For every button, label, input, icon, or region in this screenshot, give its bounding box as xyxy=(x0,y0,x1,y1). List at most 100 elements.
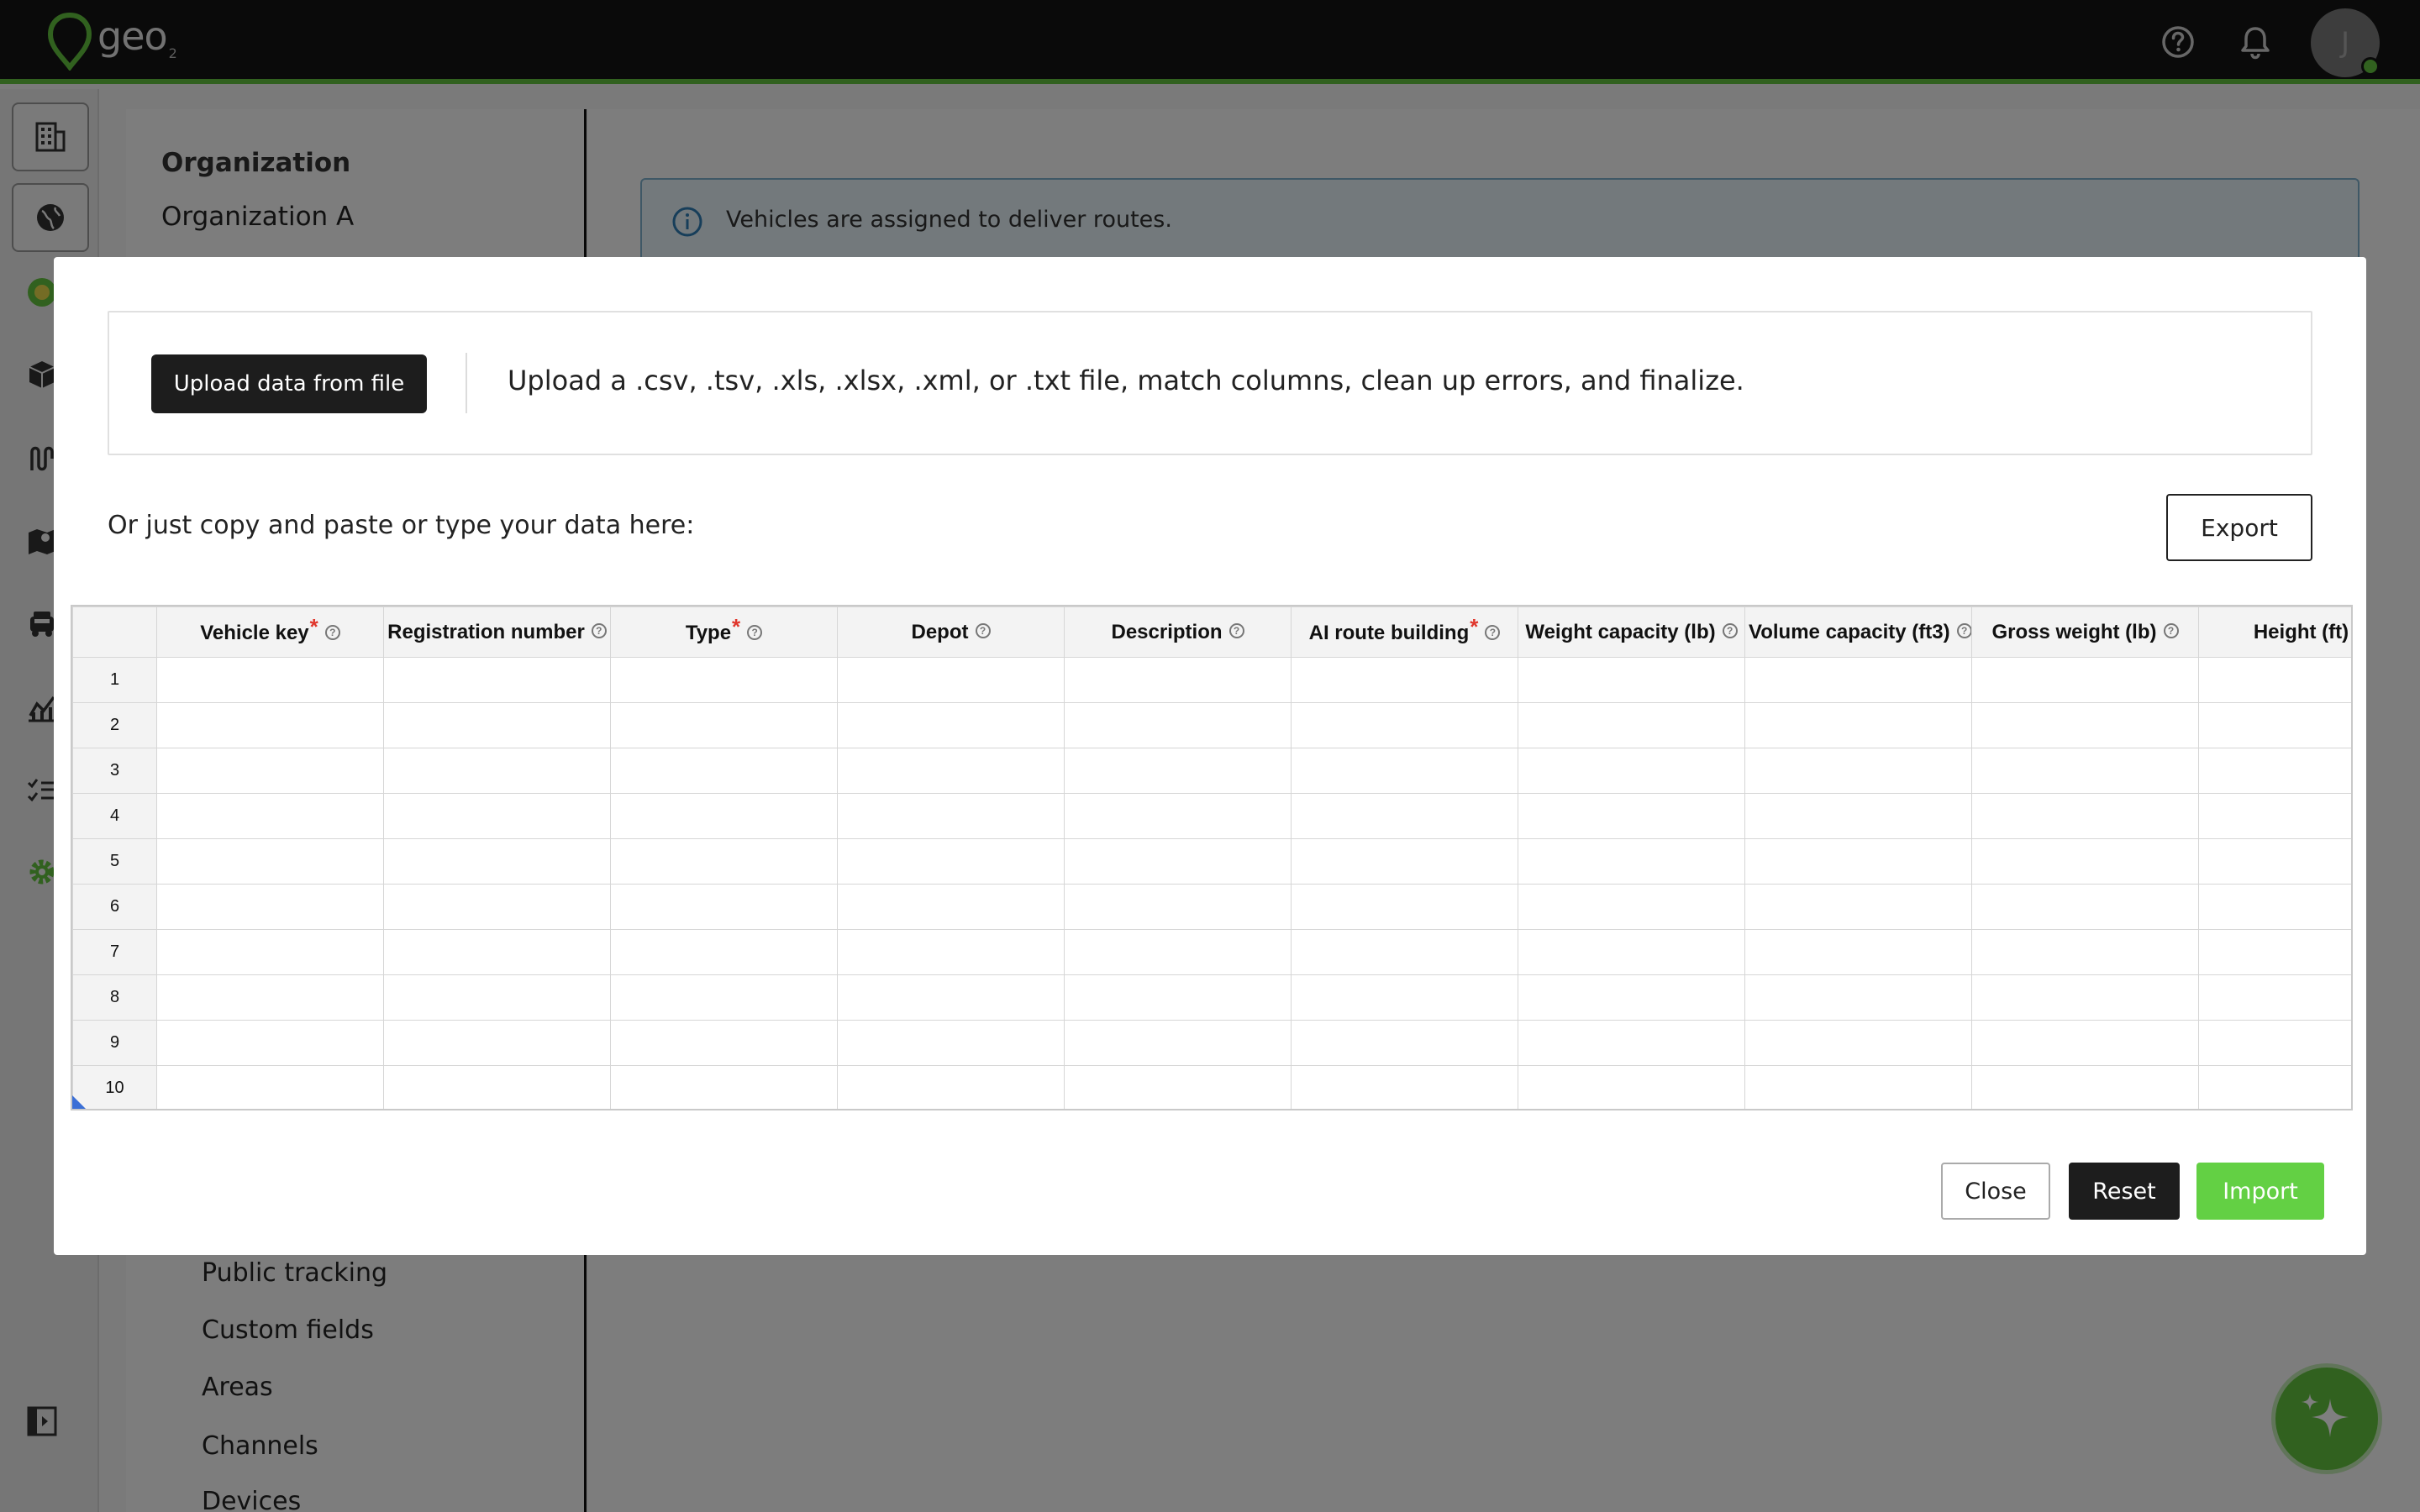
grid-cell[interactable] xyxy=(1291,793,1518,839)
column-help-icon[interactable]: ? xyxy=(975,623,991,639)
grid-cell[interactable] xyxy=(610,657,838,703)
row-number[interactable]: 1 xyxy=(72,657,157,703)
grid-cell[interactable] xyxy=(2198,974,2351,1021)
grid-cell[interactable] xyxy=(1971,1065,2199,1109)
column-header[interactable]: AI route building*? xyxy=(1291,606,1518,658)
grid-cell[interactable] xyxy=(1744,748,1972,794)
grid-cell[interactable] xyxy=(383,974,611,1021)
grid-cell[interactable] xyxy=(156,657,384,703)
export-button[interactable]: Export xyxy=(2166,494,2312,561)
grid-cell[interactable] xyxy=(1064,1065,1292,1109)
grid-cell[interactable] xyxy=(610,748,838,794)
row-number[interactable]: 4 xyxy=(72,793,157,839)
grid-cell[interactable] xyxy=(2198,657,2351,703)
grid-cell[interactable] xyxy=(837,838,1065,885)
column-header[interactable]: Vehicle key*? xyxy=(156,606,384,658)
grid-cell[interactable] xyxy=(1744,1065,1972,1109)
grid-cell[interactable] xyxy=(1064,838,1292,885)
column-help-icon[interactable]: ? xyxy=(324,624,340,640)
grid-cell[interactable] xyxy=(1971,748,2199,794)
row-number[interactable]: 2 xyxy=(72,702,157,748)
grid-cell[interactable] xyxy=(2198,1020,2351,1066)
column-header[interactable]: Gross weight (lb)? xyxy=(1971,606,2199,658)
reset-button[interactable]: Reset xyxy=(2069,1163,2180,1220)
import-button[interactable]: Import xyxy=(2196,1163,2324,1220)
grid-cell[interactable] xyxy=(837,748,1065,794)
grid-cell[interactable] xyxy=(1291,748,1518,794)
grid-cell[interactable] xyxy=(2198,748,2351,794)
grid-cell[interactable] xyxy=(1064,793,1292,839)
grid-cell[interactable] xyxy=(156,793,384,839)
column-help-icon[interactable]: ? xyxy=(1228,623,1244,639)
column-header[interactable]: Depot? xyxy=(837,606,1065,658)
grid-cell[interactable] xyxy=(1291,974,1518,1021)
grid-cell[interactable] xyxy=(156,929,384,975)
grid-cell[interactable] xyxy=(1744,929,1972,975)
column-help-icon[interactable]: ? xyxy=(1485,624,1501,640)
grid-cell[interactable] xyxy=(1064,657,1292,703)
grid-cell[interactable] xyxy=(1971,929,2199,975)
grid-cell[interactable] xyxy=(1518,974,1745,1021)
row-number[interactable]: 8 xyxy=(72,974,157,1021)
grid-cell[interactable] xyxy=(1971,657,2199,703)
grid-cell[interactable] xyxy=(2198,793,2351,839)
grid-cell[interactable] xyxy=(2198,884,2351,930)
grid-cell[interactable] xyxy=(1744,702,1972,748)
grid-cell[interactable] xyxy=(1064,884,1292,930)
grid-cell[interactable] xyxy=(1518,838,1745,885)
grid-cell[interactable] xyxy=(610,1020,838,1066)
column-header[interactable]: Height (ft) xyxy=(2198,606,2351,658)
grid-cell[interactable] xyxy=(610,884,838,930)
grid-cell[interactable] xyxy=(1744,838,1972,885)
grid-corner-cell[interactable] xyxy=(72,606,157,658)
grid-cell[interactable] xyxy=(1291,838,1518,885)
column-header[interactable]: Registration number? xyxy=(383,606,611,658)
grid-cell[interactable] xyxy=(1064,974,1292,1021)
row-number[interactable]: 7 xyxy=(72,929,157,975)
grid-cell[interactable] xyxy=(156,702,384,748)
column-header[interactable]: Type*? xyxy=(610,606,838,658)
column-help-icon[interactable]: ? xyxy=(591,623,607,639)
grid-cell[interactable] xyxy=(383,657,611,703)
grid-cell[interactable] xyxy=(837,929,1065,975)
grid-cell[interactable] xyxy=(1971,702,2199,748)
grid-cell[interactable] xyxy=(383,838,611,885)
grid-cell[interactable] xyxy=(610,793,838,839)
grid-cell[interactable] xyxy=(2198,929,2351,975)
grid-cell[interactable] xyxy=(1291,1065,1518,1109)
grid-cell[interactable] xyxy=(1744,657,1972,703)
grid-cell[interactable] xyxy=(837,793,1065,839)
grid-cell[interactable] xyxy=(2198,1065,2351,1109)
grid-cell[interactable] xyxy=(837,702,1065,748)
grid-cell[interactable] xyxy=(383,1065,611,1109)
grid-cell[interactable] xyxy=(383,793,611,839)
grid-cell[interactable] xyxy=(837,974,1065,1021)
column-help-icon[interactable]: ? xyxy=(747,624,763,640)
upload-file-button[interactable]: Upload data from file xyxy=(151,354,427,413)
row-number[interactable]: 3 xyxy=(72,748,157,794)
grid-cell[interactable] xyxy=(1518,702,1745,748)
column-header[interactable]: Volume capacity (ft3)? xyxy=(1744,606,1972,658)
grid-cell[interactable] xyxy=(1064,748,1292,794)
grid-cell[interactable] xyxy=(156,1065,384,1109)
grid-cell[interactable] xyxy=(156,748,384,794)
grid-cell[interactable] xyxy=(383,884,611,930)
grid-cell[interactable] xyxy=(1064,702,1292,748)
grid-cell[interactable] xyxy=(2198,838,2351,885)
grid-cell[interactable] xyxy=(156,974,384,1021)
grid-cell[interactable] xyxy=(610,838,838,885)
grid-cell[interactable] xyxy=(1518,748,1745,794)
column-help-icon[interactable]: ? xyxy=(1722,623,1738,639)
grid-cell[interactable] xyxy=(1291,929,1518,975)
grid-cell[interactable] xyxy=(1518,1020,1745,1066)
column-help-icon[interactable]: ? xyxy=(1956,623,1971,639)
grid-cell[interactable] xyxy=(837,884,1065,930)
grid-cell[interactable] xyxy=(1744,793,1972,839)
row-number[interactable]: 9 xyxy=(72,1020,157,1066)
grid-cell[interactable] xyxy=(1518,929,1745,975)
grid-cell[interactable] xyxy=(610,702,838,748)
row-number[interactable]: 5 xyxy=(72,838,157,885)
grid-cell[interactable] xyxy=(1971,793,2199,839)
grid-cell[interactable] xyxy=(383,748,611,794)
grid-cell[interactable] xyxy=(1291,702,1518,748)
